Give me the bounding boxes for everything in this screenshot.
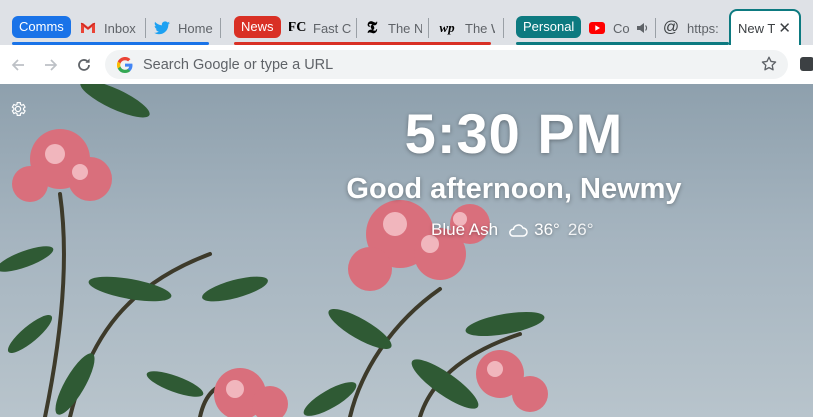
tab-title: Fast C [313,20,351,36]
omnibox-placeholder: Search Google or type a URL [143,56,334,73]
at-sign-icon: @ [663,19,680,36]
twitter-icon [154,20,170,36]
bookmark-star-icon[interactable] [760,55,778,78]
tab-fast-company[interactable]: FC Fast C [289,14,351,42]
weather-low-temp: 26° [567,220,594,239]
tab-new-tab[interactable]: New T ✕ [729,9,801,45]
tab-title: The N [388,20,422,36]
reload-icon [78,58,90,71]
tab-separator [428,18,429,38]
tab-title: The W [465,20,495,36]
tab-title: Inbox [104,20,136,36]
tab-group-news[interactable]: News [234,16,281,38]
fast-company-icon: FC [289,20,307,35]
tab-group-label: News [241,19,274,34]
forward-button[interactable] [36,50,66,80]
washington-post-icon: wp [439,20,455,35]
speaker-icon[interactable] [636,22,649,34]
tab-group-comms[interactable]: Comms [12,16,71,38]
tab-title: Home [178,20,213,36]
tab-separator [145,18,146,38]
cloud-icon [508,223,528,237]
tab-title: https: [687,20,719,36]
youtube-icon [589,20,605,36]
extension-icon[interactable] [800,57,813,71]
gmail-icon [80,20,96,36]
toolbar: Search Google or type a URL [0,45,813,84]
tab-washington-post[interactable]: wp The W [437,14,495,42]
tab-group-label: Comms [19,19,64,34]
back-arrow-icon [11,58,24,71]
close-icon[interactable]: ✕ [778,19,791,37]
tab-title: Co [613,20,630,36]
tab-youtube[interactable]: Co [589,14,649,42]
back-button[interactable] [3,50,33,80]
tab-https[interactable]: @ https: [663,14,723,42]
tab-separator [503,18,504,38]
tab-inbox[interactable]: Inbox [80,14,142,42]
weather-high-temp: 36° [534,220,560,239]
clock: 5:30 PM [404,102,624,165]
tab-separator [655,18,656,38]
tab-group-personal[interactable]: Personal [516,16,582,38]
weather-widget[interactable]: Blue Ash 36° 26° [431,220,594,240]
tab-strip: Comms Inbox Home News FC Fast C 𝕿 The N … [0,0,813,45]
tab-home[interactable]: Home [154,14,216,42]
reload-button[interactable] [69,50,99,80]
google-icon [117,56,133,73]
new-tab-page: 5:30 PM Good afternoon, Newmy Blue Ash 3… [0,84,813,417]
forward-arrow-icon [45,58,58,71]
tab-separator [220,18,221,38]
tab-separator [356,18,357,38]
greeting: Good afternoon, Newmy [346,173,682,205]
tab-title: New T [738,20,776,36]
tab-nyt[interactable]: 𝕿 The N [364,14,422,42]
omnibox[interactable]: Search Google or type a URL [105,50,788,79]
nyt-icon: 𝕿 [366,18,378,37]
weather-location: Blue Ash [431,220,499,239]
tab-group-label: Personal [523,19,575,34]
